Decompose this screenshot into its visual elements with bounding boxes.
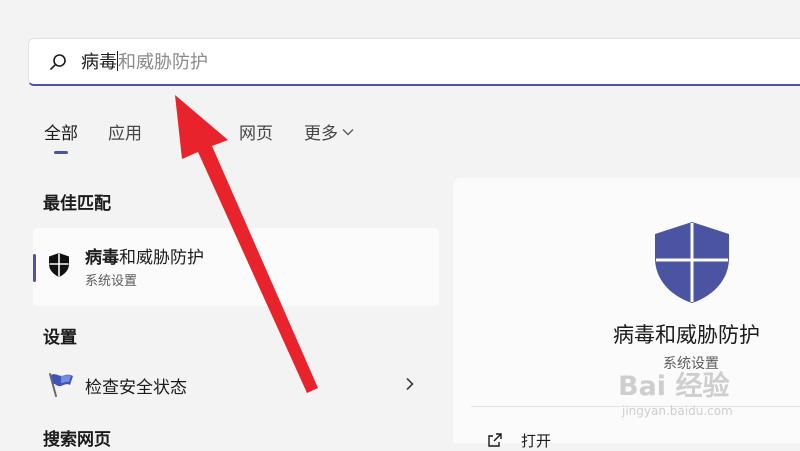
watermark-url: jingyan.baidu.com <box>622 404 733 418</box>
best-match-title: 病毒和威胁防护 <box>85 243 204 268</box>
search-suggestion-text: 和威胁防护 <box>118 52 208 73</box>
open-external-icon[interactable] <box>487 432 503 448</box>
chevron-down-icon <box>342 128 354 135</box>
settings-heading: 设置 <box>43 328 77 348</box>
web-search-heading: 搜索网页 <box>43 430 111 450</box>
tab-all-label: 全部 <box>44 124 78 144</box>
shield-icon <box>655 222 729 303</box>
selection-indicator <box>33 254 36 282</box>
watermark-logo-text: Bai 经验 <box>618 371 730 402</box>
tab-more[interactable]: 更多 <box>304 119 354 144</box>
tab-web-label: 网页 <box>239 124 273 144</box>
best-match-title-bold: 病毒 <box>85 248 119 268</box>
tab-apps[interactable]: 应用 <box>108 119 142 144</box>
tab-documents-label: 文 <box>196 124 213 144</box>
shield-icon <box>49 253 69 277</box>
settings-result-label: 检查安全状态 <box>85 378 187 398</box>
tab-documents[interactable]: 文 <box>196 119 213 144</box>
open-action-label[interactable]: 打开 <box>521 430 551 451</box>
best-match-heading: 最佳匹配 <box>43 194 111 214</box>
search-icon <box>50 54 66 70</box>
search-box[interactable]: 病毒和威胁防护 <box>28 38 800 86</box>
flag-icon <box>49 373 73 397</box>
best-match-result[interactable]: 病毒和威胁防护 系统设置 <box>33 228 439 306</box>
search-typed-text: 病毒 <box>81 52 117 73</box>
tab-more-label: 更多 <box>304 124 338 144</box>
chevron-right-icon <box>406 377 414 391</box>
detail-title: 病毒和威胁防护 <box>613 323 760 347</box>
watermark: Bai 经验 jingyan.baidu.com <box>612 364 800 426</box>
tab-apps-label: 应用 <box>108 124 142 144</box>
best-match-title-rest: 和威胁防护 <box>119 248 204 268</box>
tab-active-indicator <box>54 151 68 154</box>
best-match-subtitle: 系统设置 <box>85 274 138 289</box>
search-input[interactable]: 病毒和威胁防护 <box>81 51 208 74</box>
settings-result-item[interactable]: 检查安全状态 <box>33 364 439 404</box>
tab-all[interactable]: 全部 <box>44 119 78 154</box>
tab-web[interactable]: 网页 <box>239 119 273 144</box>
